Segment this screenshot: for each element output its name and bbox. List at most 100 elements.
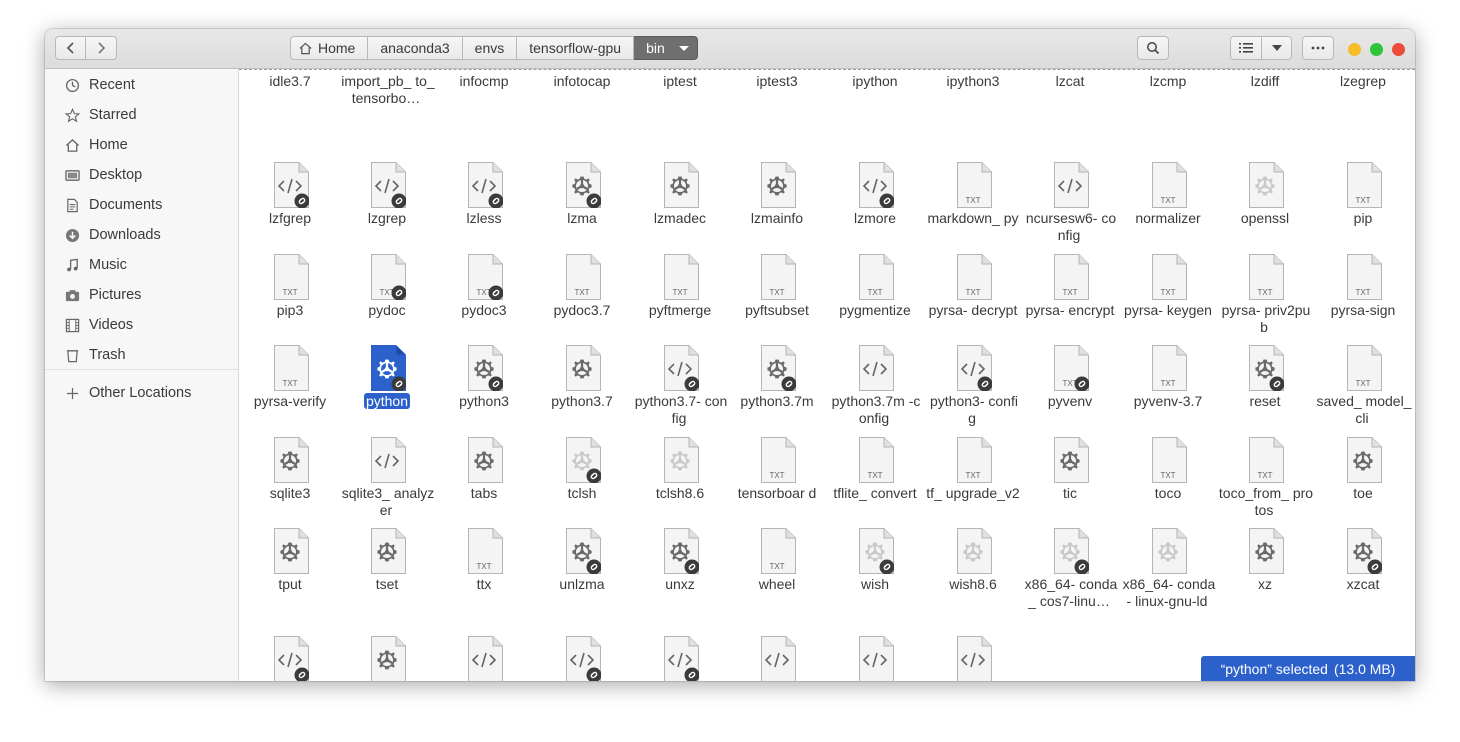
text-file-icon: TXT — [1152, 345, 1187, 391]
sidebar-item-music[interactable]: Music — [45, 250, 238, 280]
file-name-text: normalizer — [1135, 210, 1201, 226]
svg-text:TXT: TXT — [965, 196, 980, 205]
file-name: wish8.6 — [924, 576, 1022, 593]
svg-text:TXT: TXT — [867, 471, 882, 480]
file-name-text: tset — [375, 576, 399, 592]
breadcrumb-label: bin — [646, 40, 665, 56]
file-name-text: python3.7m -config — [831, 393, 921, 426]
file-name-text: lzmainfo — [750, 210, 804, 226]
file-name-text: saved_ model_cli — [1316, 393, 1412, 426]
film-icon — [64, 317, 80, 333]
file-name: lzmore — [826, 210, 924, 227]
file-name: tput — [241, 576, 339, 593]
breadcrumb-bin[interactable]: bin — [634, 36, 698, 60]
menu-button[interactable] — [1302, 36, 1334, 60]
executable-file-icon — [1054, 528, 1089, 574]
file-name: python3.7 — [533, 393, 631, 410]
file-name: ttx — [435, 576, 533, 593]
file-name-text: tensorboar d — [737, 485, 817, 501]
back-button[interactable] — [55, 36, 86, 60]
file-name: tensorboar d — [728, 485, 826, 502]
sidebar-item-desktop[interactable]: Desktop — [45, 160, 238, 190]
sidebar-item-pictures[interactable]: Pictures — [45, 280, 238, 310]
minimize-button[interactable] — [1348, 43, 1361, 56]
file-name: toe — [1314, 485, 1412, 502]
text-file-icon: TXT — [1347, 254, 1382, 300]
sidebar-item-label: Recent — [89, 77, 135, 93]
executable-file-icon — [664, 437, 699, 483]
file-name: tclsh8.6 — [631, 485, 729, 502]
file-name-text: ncursesw6- config — [1025, 210, 1117, 243]
sidebar-item-trash[interactable]: Trash — [45, 340, 238, 370]
svg-text:TXT: TXT — [1355, 196, 1370, 205]
file-name-text: python — [363, 393, 411, 409]
file-manager-window: Home anaconda3 envs tensorflow-gpu bin R… — [45, 29, 1415, 681]
file-name: ipython — [826, 73, 924, 90]
file-name: pip3 — [241, 302, 339, 319]
sidebar-item-home[interactable]: Home — [45, 130, 238, 160]
file-name-text: pyftmerge — [648, 302, 712, 318]
downloads-icon — [64, 227, 80, 243]
sidebar-item-recent[interactable]: Recent — [45, 70, 238, 100]
maximize-button[interactable] — [1370, 43, 1383, 56]
close-button[interactable] — [1392, 43, 1405, 56]
caret-down-icon — [678, 45, 689, 51]
breadcrumb-anaconda3[interactable]: anaconda3 — [368, 36, 463, 60]
forward-button[interactable] — [86, 36, 117, 60]
breadcrumb-envs[interactable]: envs — [462, 36, 518, 60]
sidebar-item-downloads[interactable]: Downloads — [45, 220, 238, 250]
sidebar-item-label: Documents — [89, 197, 163, 213]
file-name-text: pydoc3.7 — [553, 302, 611, 318]
file-name: saved_ model_cli — [1314, 393, 1412, 427]
file-name: x86_64- conda_ cos7-linu… — [1021, 576, 1119, 610]
breadcrumb-home[interactable]: Home — [290, 36, 369, 60]
file-name-text: tclsh8.6 — [655, 485, 705, 501]
breadcrumb-tensorflow-gpu[interactable]: tensorflow-gpu — [517, 36, 635, 60]
svg-text:TXT: TXT — [769, 288, 784, 297]
file-name: lzcmp — [1119, 73, 1217, 90]
breadcrumb-label: anaconda3 — [380, 40, 450, 56]
trash-icon — [64, 347, 80, 363]
file-name-text: iptest3 — [756, 73, 798, 89]
file-name-text: lzfgrep — [268, 210, 312, 226]
list-icon — [1239, 43, 1253, 53]
file-name: python3 — [435, 393, 533, 410]
view-options-button[interactable] — [1261, 36, 1292, 60]
file-name-text: pyrsa-verify — [253, 393, 327, 409]
file-name: import_pb_ to_ tensorbo… — [338, 73, 436, 107]
sidebar-item-starred[interactable]: Starred — [45, 100, 238, 130]
svg-text:TXT: TXT — [1160, 196, 1175, 205]
file-name-text: unlzma — [559, 576, 605, 592]
svg-text:TXT: TXT — [1062, 288, 1077, 297]
file-name: pyftmerge — [631, 302, 729, 319]
file-name-text: python3.7- config — [634, 393, 728, 426]
chevron-left-icon — [66, 42, 74, 54]
file-name-text: python3 — [459, 393, 509, 409]
home-icon — [64, 137, 80, 153]
file-grid[interactable]: idle3.7 import_pb_ to_ tensorbo… infocmp in… — [239, 69, 1415, 681]
file-name: tabs — [435, 485, 533, 502]
file-name: lzegrep — [1314, 73, 1412, 90]
script-file-icon — [957, 636, 992, 681]
text-file-icon: TXT — [1249, 437, 1284, 483]
breadcrumb-label: tensorflow-gpu — [529, 40, 622, 56]
sidebar-item-documents[interactable]: Documents — [45, 190, 238, 220]
file-name-text: unxz — [665, 576, 695, 592]
text-file-icon: TXT — [957, 254, 992, 300]
file-name: pyvenv-3.7 — [1119, 393, 1217, 410]
file-name-text: sqlite3_ analyzer — [341, 485, 435, 518]
executable-file-icon — [566, 528, 601, 574]
sidebar-item-label: Music — [89, 257, 127, 273]
search-button[interactable] — [1137, 36, 1169, 60]
executable-file-icon — [957, 528, 992, 574]
svg-text:TXT: TXT — [1160, 379, 1175, 388]
list-view-button[interactable] — [1230, 36, 1262, 60]
sidebar-item-label: Other Locations — [89, 385, 192, 401]
sidebar-item-videos[interactable]: Videos — [45, 310, 238, 340]
file-name-text: lzdiff — [1250, 73, 1280, 89]
sidebar-item-other-locations[interactable]: Other Locations — [45, 378, 238, 408]
file-name: python3.7m -config — [826, 393, 924, 427]
svg-text:TXT: TXT — [867, 288, 882, 297]
status-size: (13.0 MB) — [1333, 660, 1396, 677]
file-name: python — [338, 393, 436, 410]
